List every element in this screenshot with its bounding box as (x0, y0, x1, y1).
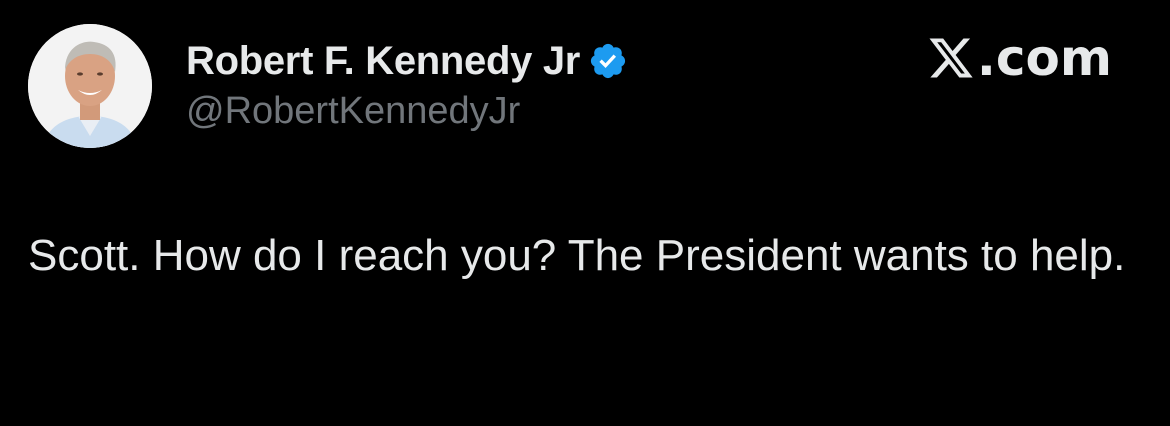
avatar-photo (28, 24, 152, 148)
brand-label: .com (976, 29, 1112, 87)
author-display-name[interactable]: Robert F. Kennedy Jr (186, 39, 580, 84)
avatar[interactable] (28, 24, 152, 148)
verified-badge-icon (588, 41, 628, 81)
post-card: Robert F. Kennedy Jr @RobertKennedyJr .c… (0, 0, 1170, 426)
author-name-row: Robert F. Kennedy Jr (186, 36, 628, 86)
brand-watermark: .com (927, 29, 1112, 87)
author-handle[interactable]: @RobertKennedyJr (186, 90, 520, 133)
post-text: Scott. How do I reach you? The President… (28, 231, 1126, 280)
x-logo-icon (927, 34, 975, 82)
